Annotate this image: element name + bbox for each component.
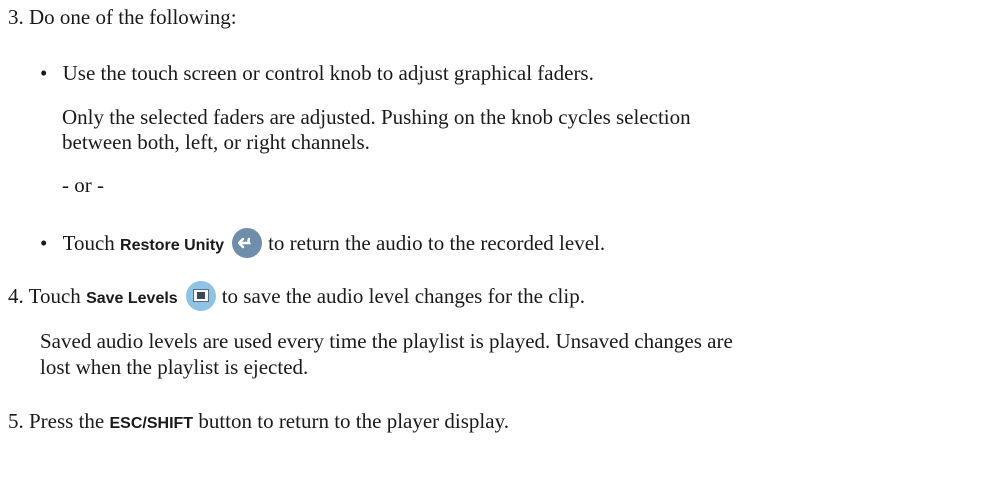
step-4-note-line-2: lost when the playlist is ejected. — [40, 355, 309, 379]
step-5: 5. Press the ESC/SHIFT button to return … — [8, 408, 509, 437]
step-3: 3. Do one of the following: — [8, 4, 237, 31]
step-text-before: Touch — [28, 284, 81, 308]
bullet-1-note-line-2: between both, left, or right channels. — [62, 130, 370, 154]
bullet-1: • Use the touch screen or control knob t… — [40, 60, 594, 87]
bullet-text-after: to return the audio to the recorded leve… — [268, 231, 606, 255]
step-4: 4. Touch Save Levels to save the audio le… — [8, 281, 585, 313]
restore-unity-label: Restore Unity — [120, 237, 225, 254]
restore-unity-icon[interactable] — [232, 228, 263, 259]
save-levels-icon-fill — [196, 292, 205, 300]
step-number: 3. — [8, 5, 24, 29]
bullet-1-note-line-1: Only the selected faders are adjusted. P… — [62, 105, 691, 129]
bullet-mark: • — [40, 61, 48, 85]
or-separator: - or - — [62, 173, 104, 197]
bullet-text-before: Touch — [62, 231, 115, 255]
bullet-text: Use the touch screen or control knob to … — [62, 61, 594, 85]
save-levels-icon[interactable] — [185, 281, 216, 312]
bullet-mark: • — [40, 231, 48, 255]
step-text-before: Press the — [29, 409, 105, 433]
save-levels-label: Save Levels — [86, 290, 178, 307]
step-text-after: to save the audio level changes for the … — [221, 284, 585, 308]
step-text: Do one of the following: — [29, 5, 237, 29]
step-number: 4. — [8, 284, 24, 308]
bullet-2: • Touch Restore Unity to return the audio… — [40, 228, 606, 260]
step-4-note-line-1: Saved audio levels are used every time t… — [40, 329, 733, 353]
esc-shift-label: ESC/SHIFT — [109, 415, 194, 432]
step-text-after: button to return to the player display. — [198, 409, 509, 433]
save-levels-icon-frame — [192, 289, 209, 303]
step-number: 5. — [8, 409, 24, 433]
